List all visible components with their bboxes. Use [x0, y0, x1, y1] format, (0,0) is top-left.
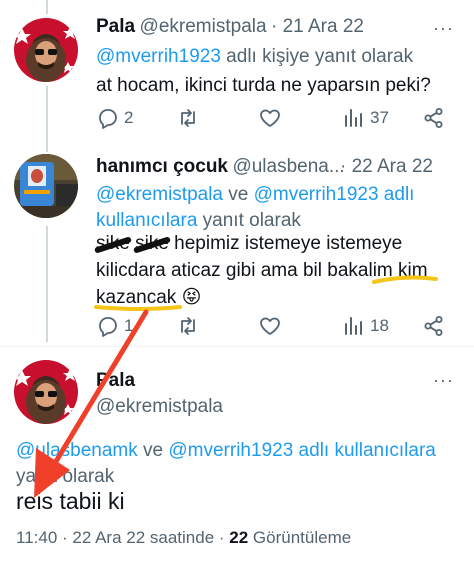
avatar[interactable]: [14, 154, 78, 218]
user-handle[interactable]: @ekremistpala: [140, 16, 267, 37]
tweet-text: sike sike hepimiz istemeye istemeye kili…: [96, 230, 466, 311]
reply-context-text: ve: [223, 184, 254, 205]
avatar-image: [14, 18, 78, 82]
reply-button[interactable]: 1: [96, 312, 133, 340]
views-chart-icon: [345, 317, 362, 335]
tweet-text: reis tabii ki: [16, 488, 125, 514]
retweet-icon: [181, 317, 195, 335]
reply-context: @ekremistpala ve @mverrih1923 adlı kulla…: [96, 182, 456, 234]
mention-link[interactable]: @mverrih1923: [96, 46, 221, 67]
avatar[interactable]: [14, 360, 78, 424]
views-label: Görüntüleme: [248, 528, 352, 547]
reply-context-link[interactable]: adlı kullanıcılara: [293, 440, 436, 461]
reply-context: @ulasbenamk ve @mverrih1923 adlı kullanı…: [16, 438, 466, 490]
share-button[interactable]: [422, 104, 446, 132]
views-count: 37: [370, 108, 389, 127]
emoji: 😝: [181, 287, 202, 308]
highlight-underline: [372, 275, 438, 284]
tweet-3-focused[interactable]: Pala @ekremistpala ··· @ulasbenamk ve @m…: [0, 346, 474, 567]
display-name[interactable]: hanımcı çocuk: [96, 156, 228, 177]
tweet-text: at hocam, ikinci turda ne yaparsın peki?: [96, 75, 431, 96]
views-count: 18: [370, 316, 389, 335]
reply-context-text: ve: [137, 440, 169, 461]
reply-context-text: adlı kişiye yanıt olarak: [220, 46, 414, 67]
tweet-1[interactable]: Pala @ekremistpala · 21 Ara 22 ··· @mver…: [0, 0, 474, 142]
user-handle[interactable]: @ulasbena...: [232, 156, 344, 177]
mention-link[interactable]: @ulasbenamk: [16, 440, 138, 461]
reply-icon: [99, 109, 117, 129]
tweet-text-line: kilicdara aticaz gibi ama bil bakalim: [96, 260, 399, 281]
more-options-icon[interactable]: ···: [433, 18, 454, 39]
mention-link[interactable]: @mverrih1923: [168, 440, 293, 461]
display-name[interactable]: Pala: [96, 16, 135, 37]
action-bar: 1 18: [96, 312, 456, 340]
reply-count: 2: [124, 108, 134, 127]
share-icon: [424, 316, 443, 336]
tweet-text-line: hepimiz istemeye istemeye: [168, 233, 403, 254]
reply-context-link[interactable]: adlı: [379, 184, 415, 205]
reply-count: 1: [124, 316, 134, 335]
reply-button[interactable]: 2: [96, 104, 133, 132]
scribbled-word: sike: [135, 230, 169, 257]
views-button[interactable]: 37: [342, 104, 389, 132]
views-count: 22: [229, 528, 249, 547]
mention-link[interactable]: @ekremistpala: [96, 184, 223, 205]
like-button[interactable]: [258, 312, 282, 340]
reply-icon: [99, 317, 117, 337]
views-chart-icon: [345, 109, 362, 127]
avatar-image: [14, 360, 78, 424]
display-name[interactable]: Pala: [96, 370, 135, 392]
tweet-date[interactable]: · 22 Ara 22: [340, 156, 433, 178]
heart-icon: [260, 109, 280, 127]
retweet-icon: [181, 109, 195, 127]
tweet-date[interactable]: · 21 Ara 22: [271, 16, 364, 37]
tweet-meta: 11:40 · 22 Ara 22 saatinde · 22 Görüntül…: [16, 528, 351, 548]
share-button[interactable]: [422, 312, 446, 340]
heart-icon: [260, 317, 280, 335]
retweet-button[interactable]: [176, 104, 200, 132]
mention-link[interactable]: @mverrih1923: [254, 184, 379, 205]
reply-context-text: yanıt olarak: [16, 466, 115, 487]
avatar[interactable]: [14, 18, 78, 82]
reply-context-link[interactable]: kullanıcılara: [96, 210, 197, 231]
tweet-2[interactable]: hanımcı çocuk @ulasbena... · 22 Ara 22 @…: [0, 142, 474, 342]
like-button[interactable]: [258, 104, 282, 132]
tweet-date[interactable]: · 22 Ara 22 saatinde ·: [57, 528, 229, 547]
avatar-image: [14, 154, 78, 218]
user-handle[interactable]: @ekremistpala: [96, 396, 223, 418]
reply-context: @mverrih1923 adlı kişiye yanıt olarak: [96, 44, 413, 70]
reply-context-text: yanıt olarak: [197, 210, 301, 231]
more-options-icon[interactable]: ···: [433, 370, 454, 391]
retweet-button[interactable]: [176, 312, 200, 340]
share-icon: [424, 108, 443, 128]
tweet-time[interactable]: 11:40: [16, 528, 57, 547]
views-button[interactable]: 18: [342, 312, 389, 340]
scribbled-word: sike: [96, 230, 130, 257]
action-bar: 2 37: [96, 104, 456, 132]
